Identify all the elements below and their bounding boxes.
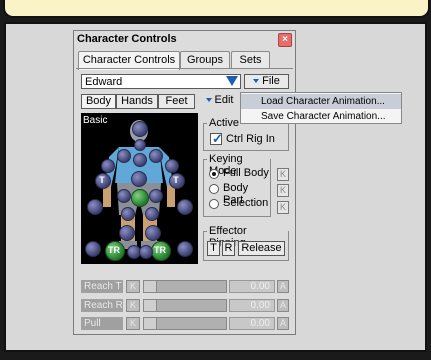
radio-selection-label: Selection — [223, 197, 269, 209]
reach-t-key-button[interactable]: K — [126, 280, 140, 293]
edit-button[interactable]: Edit — [201, 94, 238, 109]
menu-item-load-animation[interactable]: Load Character Animation... — [241, 94, 401, 109]
tab-groups[interactable]: Groups — [180, 51, 230, 69]
reach-r-label: Reach R — [81, 299, 123, 312]
pull-label: Pull — [81, 317, 123, 330]
pull-value[interactable]: 0.00 — [229, 317, 275, 330]
ctrl-rig-in-checkbox[interactable]: ✓ — [210, 131, 223, 146]
effector-right-upperarm[interactable] — [165, 159, 179, 173]
reach-r-key-button[interactable]: K — [126, 299, 140, 312]
effector-right-knee[interactable] — [145, 225, 161, 241]
reach-r-slider[interactable] — [143, 299, 227, 312]
radio-full-body-label: Full Body — [223, 167, 269, 179]
pull-slider[interactable] — [143, 317, 227, 330]
file-button-label: File — [262, 75, 280, 87]
reach-t-slider[interactable] — [143, 280, 227, 293]
effector-head[interactable] — [132, 121, 148, 137]
reach-t-label: Reach T — [81, 280, 123, 293]
effector-right-wrist[interactable] — [177, 199, 193, 215]
effector-left-hip[interactable] — [117, 189, 131, 203]
effector-hips[interactable] — [131, 189, 149, 207]
segment-feet[interactable]: Feet — [158, 94, 195, 109]
effector-spine[interactable] — [131, 171, 147, 187]
keying-mode-group: Keying Mode Full Body Body Part Selectio… — [203, 153, 271, 217]
menu-item-save-animation[interactable]: Save Character Animation... — [241, 109, 401, 124]
effector-pinning-group: Effector Pinning T R Release — [203, 225, 289, 261]
dropdown-arrow-icon — [226, 76, 238, 86]
pull-anim-button[interactable]: A — [277, 317, 289, 330]
effector-right-ankle-label: TR — [154, 245, 166, 255]
character-figure-panel[interactable]: Basic T T TR TR — [81, 113, 198, 264]
chevron-down-icon — [253, 79, 260, 84]
character-select-value: Edward — [85, 76, 123, 88]
character-controls-dialog: Character Controls × Character Controls … — [73, 30, 296, 335]
radio-selection[interactable] — [209, 199, 219, 209]
effector-left-ankle-label: TR — [108, 245, 120, 255]
effector-left-knee[interactable] — [119, 225, 135, 241]
active-group: Active ✓ Ctrl Rig In — [203, 117, 289, 151]
radio-body-part[interactable] — [209, 184, 219, 194]
tab-sets[interactable]: Sets — [231, 51, 270, 69]
reach-t-value[interactable]: 0.00 — [229, 280, 275, 293]
slider-thumb[interactable] — [144, 281, 157, 292]
pull-key-button[interactable]: K — [126, 317, 140, 330]
effector-left-elbow-label: T — [99, 175, 105, 185]
key-full-body-button[interactable]: K — [277, 168, 289, 181]
effector-right-elbow-label: T — [173, 175, 179, 185]
release-button[interactable]: Release — [238, 241, 285, 256]
effector-right-hip[interactable] — [149, 189, 163, 203]
effector-left-shoulder[interactable] — [117, 149, 131, 163]
slider-thumb[interactable] — [144, 318, 157, 329]
file-menu: Load Character Animation... Save Charact… — [240, 92, 402, 124]
radio-full-body[interactable] — [209, 169, 219, 179]
slider-thumb[interactable] — [144, 300, 157, 311]
ctrl-rig-in-label: Ctrl Rig In — [226, 133, 275, 145]
tab-divider — [76, 68, 293, 69]
effector-right-toe[interactable] — [139, 245, 153, 259]
effector-chest[interactable] — [133, 153, 147, 167]
dialog-title: Character Controls — [77, 33, 177, 45]
key-body-part-button[interactable]: K — [277, 184, 289, 197]
file-button[interactable]: File — [244, 74, 289, 89]
key-selection-button[interactable]: K — [277, 201, 289, 214]
effector-right-hand-extra[interactable] — [177, 241, 193, 257]
effector-left-upperarm[interactable] — [101, 159, 115, 173]
reach-r-anim-button[interactable]: A — [277, 299, 289, 312]
check-icon: ✓ — [212, 131, 223, 146]
effector-right-shoulder[interactable] — [149, 149, 163, 163]
character-select[interactable]: Edward — [81, 74, 241, 89]
effector-left-wrist[interactable] — [87, 199, 103, 215]
pin-rotation-button[interactable]: R — [222, 241, 235, 256]
edit-button-label: Edit — [214, 94, 234, 106]
dialog-titlebar[interactable]: Character Controls × — [74, 31, 295, 47]
active-group-title: Active — [207, 117, 241, 129]
effector-left-hand-extra[interactable] — [85, 241, 101, 257]
chevron-down-icon — [205, 98, 212, 103]
effector-right-thigh[interactable] — [145, 207, 159, 221]
effector-neck[interactable] — [134, 139, 146, 151]
effector-left-thigh[interactable] — [121, 207, 135, 221]
reach-r-value[interactable]: 0.00 — [229, 299, 275, 312]
segment-body[interactable]: Body — [81, 94, 116, 109]
segment-hands[interactable]: Hands — [116, 94, 158, 109]
callout-banner — [3, 0, 430, 18]
close-button[interactable]: × — [278, 33, 292, 47]
reach-t-anim-button[interactable]: A — [277, 280, 289, 293]
pin-translation-button[interactable]: T — [207, 241, 220, 256]
